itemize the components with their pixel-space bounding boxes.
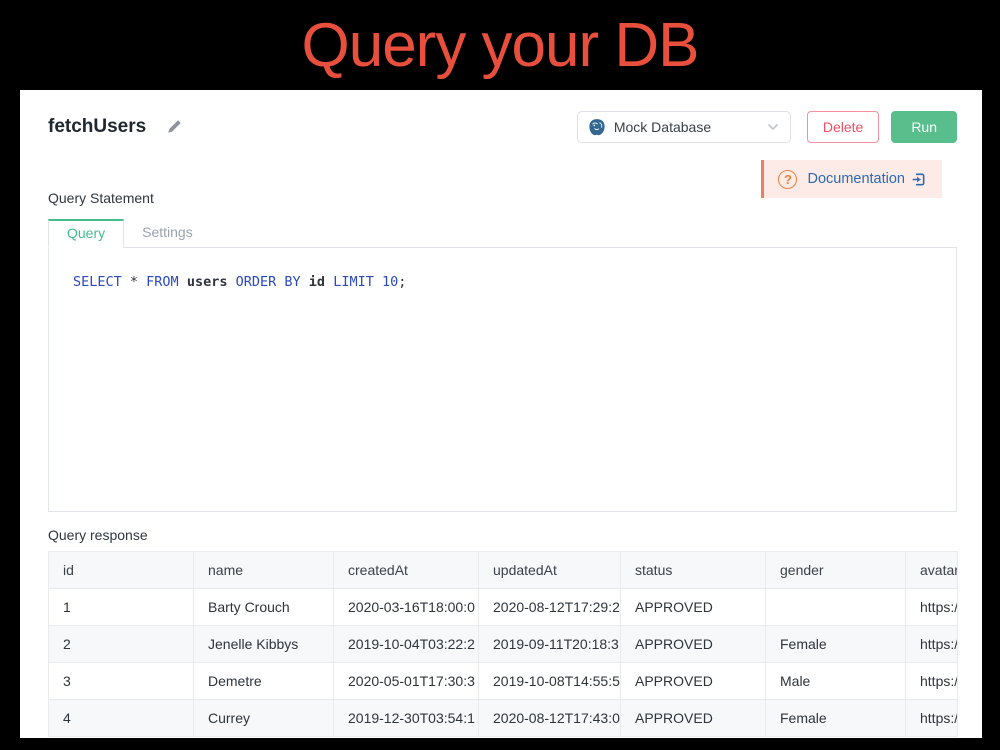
database-select[interactable]: Mock Database — [577, 111, 791, 143]
code-token: users — [187, 274, 228, 290]
run-button[interactable]: Run — [891, 111, 957, 143]
column-header-avatar: avatar — [906, 552, 959, 589]
column-header-updatedAt: updatedAt — [479, 552, 621, 589]
table-cell: APPROVED — [621, 589, 766, 626]
edit-pencil-icon[interactable] — [166, 119, 182, 135]
delete-button[interactable]: Delete — [807, 111, 879, 143]
column-header-gender: gender — [766, 552, 906, 589]
external-link-icon — [911, 172, 926, 187]
postgresql-icon — [588, 118, 606, 136]
panel-header: fetchUsers Mock Database — [48, 111, 957, 143]
code-token: LIMIT — [333, 274, 374, 290]
table-cell: https:// — [906, 626, 959, 663]
column-header-name: name — [194, 552, 334, 589]
table-cell: https:// — [906, 663, 959, 700]
table-cell: https:// — [906, 700, 959, 737]
table-cell: 4 — [49, 700, 194, 737]
code-token — [374, 274, 382, 290]
code-token: FROM — [146, 274, 179, 290]
table-cell: 2019-12-30T03:54:1 — [334, 700, 479, 737]
table-cell: 2020-03-16T18:00:0 — [334, 589, 479, 626]
table-cell: 2019-10-08T14:55:5 — [479, 663, 621, 700]
query-panel: fetchUsers Mock Database — [20, 90, 982, 738]
response-table-wrap: idnamecreatedAtupdatedAtstatusgenderavat… — [48, 551, 958, 737]
table-cell: 2 — [49, 626, 194, 663]
table-cell: APPROVED — [621, 700, 766, 737]
table-cell: Currey — [194, 700, 334, 737]
table-cell: https:// — [906, 589, 959, 626]
table-cell: Barty Crouch — [194, 589, 334, 626]
tab-settings[interactable]: Settings — [124, 219, 211, 248]
column-header-createdAt: createdAt — [334, 552, 479, 589]
code-token: id — [309, 274, 325, 290]
table-cell: Male — [766, 663, 906, 700]
table-cell: 2020-05-01T17:30:3 — [334, 663, 479, 700]
table-cell: 1 — [49, 589, 194, 626]
table-cell: 3 — [49, 663, 194, 700]
query-response-label: Query response — [48, 527, 957, 543]
table-row[interactable]: 2Jenelle Kibbys2019-10-04T03:22:22019-09… — [49, 626, 959, 663]
code-token — [301, 274, 309, 290]
code-editor[interactable]: SELECT * FROM users ORDER BY id LIMIT 10… — [48, 248, 957, 512]
editor-tabs: QuerySettings — [48, 218, 957, 248]
code-token — [179, 274, 187, 290]
table-cell: 2020-08-12T17:29:2 — [479, 589, 621, 626]
table-cell: Female — [766, 626, 906, 663]
table-cell: Demetre — [194, 663, 334, 700]
table-cell: 2019-09-11T20:18:3 — [479, 626, 621, 663]
table-header-row: idnamecreatedAtupdatedAtstatusgenderavat… — [49, 552, 959, 589]
code-token: SELECT — [73, 274, 122, 290]
code-token — [227, 274, 235, 290]
table-cell: APPROVED — [621, 663, 766, 700]
sql-code-line[interactable]: SELECT * FROM users ORDER BY id LIMIT 10… — [73, 274, 956, 290]
database-select-value: Mock Database — [614, 119, 711, 135]
code-token: ORDER BY — [236, 274, 301, 290]
table-cell: 2019-10-04T03:22:2 — [334, 626, 479, 663]
code-token: ; — [398, 274, 406, 290]
table-cell — [766, 589, 906, 626]
response-table: idnamecreatedAtupdatedAtstatusgenderavat… — [48, 551, 958, 737]
question-circle-icon: ? — [778, 170, 797, 189]
chevron-down-icon — [766, 120, 780, 134]
header-actions: Mock Database Delete Run — [577, 111, 957, 143]
documentation-banner[interactable]: ? Documentation — [761, 160, 942, 198]
query-name: fetchUsers — [48, 116, 146, 138]
column-header-id: id — [49, 552, 194, 589]
table-cell: 2020-08-12T17:43:0 — [479, 700, 621, 737]
page-title: Query your DB — [0, 0, 1000, 90]
table-row[interactable]: 3Demetre2020-05-01T17:30:32019-10-08T14:… — [49, 663, 959, 700]
table-row[interactable]: 1Barty Crouch2020-03-16T18:00:02020-08-1… — [49, 589, 959, 626]
code-token: 10 — [382, 274, 398, 290]
code-token — [325, 274, 333, 290]
documentation-link[interactable]: Documentation — [807, 171, 905, 187]
query-title-wrap: fetchUsers — [48, 116, 182, 138]
code-token: * — [122, 274, 146, 290]
tab-query[interactable]: Query — [48, 219, 124, 248]
table-cell: Female — [766, 700, 906, 737]
table-cell: APPROVED — [621, 626, 766, 663]
table-cell: Jenelle Kibbys — [194, 626, 334, 663]
column-header-status: status — [621, 552, 766, 589]
table-row[interactable]: 4Currey2019-12-30T03:54:12020-08-12T17:4… — [49, 700, 959, 737]
